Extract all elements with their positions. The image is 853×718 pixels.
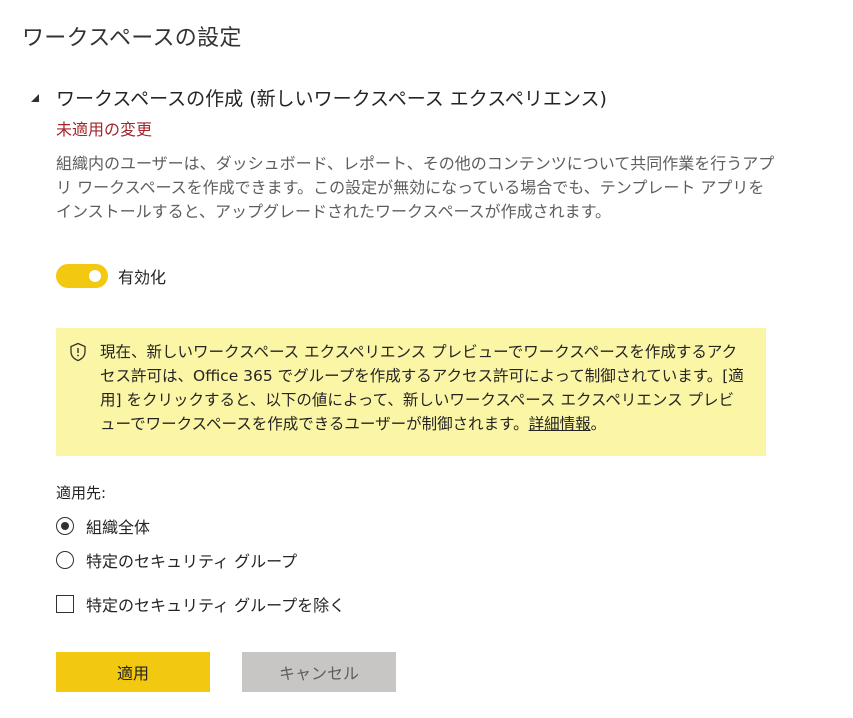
cancel-button[interactable]: キャンセル — [242, 652, 396, 692]
radio-button[interactable] — [56, 551, 74, 569]
toggle-label: 有効化 — [118, 268, 167, 287]
shield-warning-icon — [70, 342, 86, 362]
page-title: ワークスペースの設定 — [22, 26, 242, 51]
triangle-down-icon[interactable] — [28, 91, 42, 105]
radio-label: 特定のセキュリティ グループ — [86, 552, 298, 571]
section-title: ワークスペースの作成 (新しいワークスペース エクスペリエンス) — [56, 88, 607, 110]
enable-toggle[interactable] — [56, 264, 108, 288]
radio-entire-organization[interactable]: 組織全体 — [56, 514, 150, 538]
enable-toggle-row: 有効化 — [56, 264, 166, 288]
unapplied-changes-status: 未適用の変更 — [56, 120, 153, 139]
radio-button-selected[interactable] — [56, 517, 74, 535]
warning-text: 現在、新しいワークスペース エクスペリエンス プレビューでワークスペースを作成す… — [100, 340, 746, 436]
toggle-knob — [89, 270, 101, 282]
learn-more-link[interactable]: 詳細情報 — [529, 415, 591, 433]
warning-banner: 現在、新しいワークスペース エクスペリエンス プレビューでワークスペースを作成す… — [56, 328, 766, 456]
checkbox-label: 特定のセキュリティ グループを除く — [86, 596, 346, 615]
radio-label: 組織全体 — [86, 518, 151, 537]
apply-to-label: 適用先: — [56, 484, 107, 502]
exclude-checkbox[interactable] — [56, 595, 74, 613]
apply-button[interactable]: 適用 — [56, 652, 210, 692]
warning-trailing: 。 — [590, 415, 607, 433]
exclude-security-groups-row[interactable]: 特定のセキュリティ グループを除く — [56, 592, 345, 616]
section-description: 組織内のユーザーは、ダッシュボード、レポート、その他のコンテンツについて共同作業… — [56, 154, 775, 221]
warning-message: 現在、新しいワークスペース エクスペリエンス プレビューでワークスペースを作成す… — [100, 343, 744, 433]
section-header[interactable]: ワークスペースの作成 (新しいワークスペース エクスペリエンス) — [28, 84, 607, 111]
radio-specific-security-groups[interactable]: 特定のセキュリティ グループ — [56, 548, 297, 572]
